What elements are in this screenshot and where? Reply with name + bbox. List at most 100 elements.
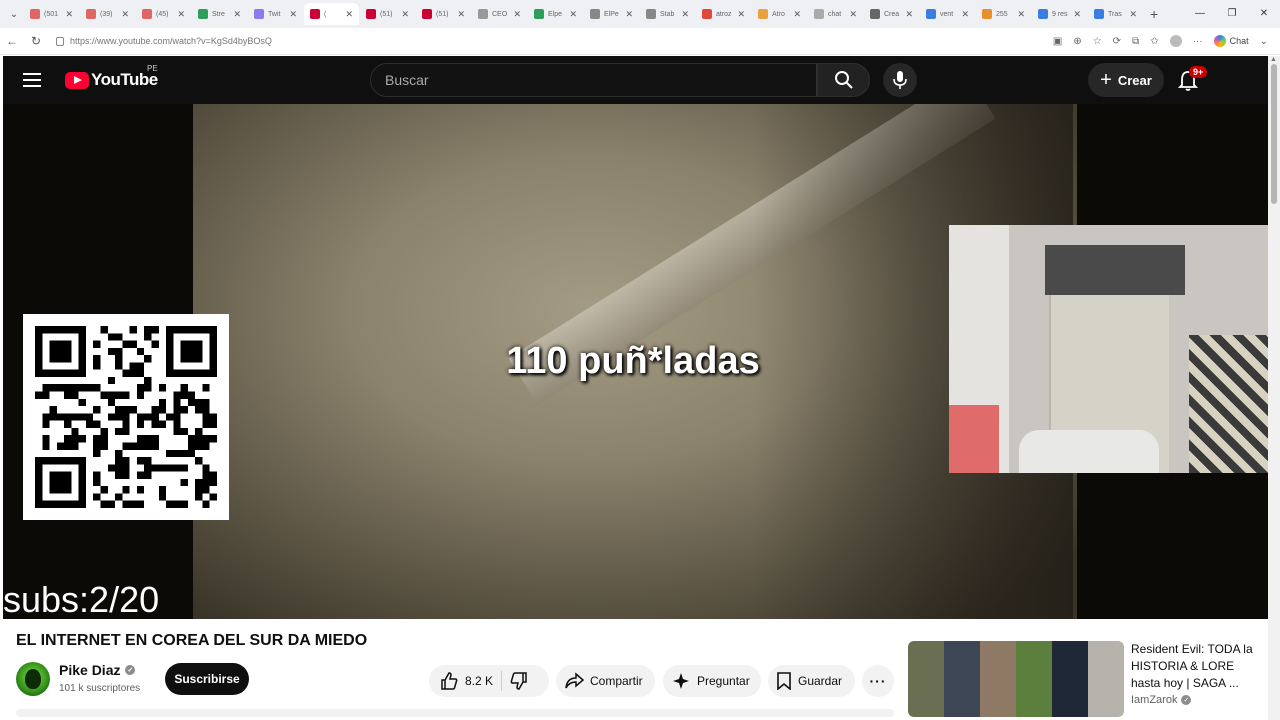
dislike-thumb-icon[interactable] [509,671,529,691]
browser-tab[interactable]: (51) ✕ [416,3,471,25]
tab-list: (501 ✕ (39) ✕ (45) ✕ Stre ✕ Twit ✕(✕ (51) ✕ (51) ✕ CEO… [24,3,1144,25]
ask-button[interactable]: Preguntar [663,665,761,697]
window-controls: — ❐ ✕ [1184,0,1280,28]
tab-close-icon[interactable]: ✕ [65,9,73,20]
menu-icon[interactable] [23,73,41,87]
tab-label: (501 [44,10,59,18]
recommendation-thumbnail[interactable] [908,641,1124,717]
tab-favicon-icon [198,9,208,19]
browser-tab[interactable]: Elpe ✕ [528,3,583,25]
tab-close-icon[interactable]: ✕ [569,9,577,20]
tab-favicon-icon [366,9,376,19]
sidebar-chevron-icon[interactable]: ⌄ [1260,36,1268,47]
back-button[interactable]: ← [0,34,24,48]
browser-tab[interactable]: (51) ✕ [360,3,415,25]
recommendation-title[interactable]: Resident Evil: TODA la HISTORIA & LORE h… [1131,641,1261,692]
recommendation-channel[interactable]: IamZarok ✓ [1131,694,1192,706]
reload-button[interactable]: ↻ [24,34,48,48]
search-input[interactable]: Buscar [370,63,817,97]
restore-icon[interactable]: ❐ [1216,0,1248,28]
tab-close-icon[interactable]: ✕ [401,9,409,20]
tab-close-icon[interactable]: ✕ [625,9,633,20]
url-field[interactable]: https://www.youtube.com/watch?v=KgSd4byB… [56,36,1053,46]
scrollbar-thumb[interactable] [1271,64,1277,204]
like-thumb-icon[interactable] [439,671,459,691]
browser-tab[interactable]: Tras ✕ [1088,3,1143,25]
browser-tab[interactable]: (✕ [304,3,359,25]
create-button[interactable]: + Crear [1088,63,1164,97]
tab-close-icon[interactable]: ✕ [849,9,857,20]
copilot-label: Chat [1229,36,1249,46]
tab-close-icon[interactable]: ✕ [345,9,353,20]
minimize-icon[interactable]: — [1184,0,1216,28]
page-scrollbar[interactable]: ▲ [1268,56,1280,720]
browser-tab[interactable]: vent ✕ [920,3,975,25]
tab-close-icon[interactable]: ✕ [289,9,297,20]
tab-label: Crea [884,10,900,18]
tab-favicon-icon [702,9,712,19]
voice-search-button[interactable] [883,63,917,97]
youtube-logo[interactable]: YouTube PE [65,64,158,90]
more-menu-icon[interactable]: ··· [1193,36,1203,47]
browser-tab[interactable]: CEO ✕ [472,3,527,25]
new-tab-button[interactable]: + [1150,6,1158,22]
share-label: Compartir [590,674,643,688]
profile-avatar[interactable] [1169,35,1182,47]
tab-close-icon[interactable]: ✕ [1073,9,1081,20]
tab-close-icon[interactable]: ✕ [513,9,521,20]
zoom-icon[interactable]: ⊕ [1073,36,1081,47]
extensions-icon[interactable]: ⟳ [1113,36,1121,47]
tab-favicon-icon [86,9,96,19]
browser-tab[interactable]: (501 ✕ [24,3,79,25]
tab-close-icon[interactable]: ✕ [793,9,801,20]
tab-close-icon[interactable]: ✕ [681,9,689,20]
scroll-up-icon[interactable]: ▲ [1270,56,1277,63]
verified-check-icon: ✓ [125,665,136,675]
tab-close-icon[interactable]: ✕ [905,9,913,20]
browser-tab[interactable]: ElPe ✕ [584,3,639,25]
browser-tab[interactable]: atroz ✕ [696,3,751,25]
logo-text: YouTube [91,70,158,89]
tab-list-chevron-icon[interactable]: ⌄ [4,9,24,20]
channel-avatar[interactable] [16,662,50,696]
browser-tab[interactable]: Atro ✕ [752,3,807,25]
channel-name[interactable]: Pike Diaz ✓ [59,662,136,678]
share-button[interactable]: Compartir [556,665,655,697]
browser-tab[interactable]: chat ✕ [808,3,863,25]
browser-tab[interactable]: Twit ✕ [248,3,303,25]
webcam-overlay [949,225,1268,473]
tab-close-icon[interactable]: ✕ [121,9,129,20]
tab-label: CEO [492,10,508,18]
browser-tab[interactable]: Stre ✕ [192,3,247,25]
tab-favicon-icon [254,9,264,19]
browser-tab[interactable]: Stab ✕ [640,3,695,25]
like-count[interactable]: 8.2 K [465,674,493,688]
more-actions-button[interactable]: ··· [862,665,894,697]
close-window-icon[interactable]: ✕ [1248,0,1280,28]
tab-close-icon[interactable]: ✕ [737,9,745,20]
recommendation-channel-name: IamZarok [1131,694,1178,706]
browser-tab[interactable]: (39) ✕ [80,3,135,25]
search-button[interactable] [817,63,870,97]
tab-close-icon[interactable]: ✕ [177,9,185,20]
tab-close-icon[interactable]: ✕ [457,9,465,20]
tab-close-icon[interactable]: ✕ [1017,9,1025,20]
browser-tab[interactable]: (45) ✕ [136,3,191,25]
favorites-icon[interactable]: ✩ [1150,36,1158,47]
browser-tab[interactable]: 9 res ✕ [1032,3,1087,25]
country-code: PE [147,64,158,73]
browser-tab[interactable]: Crea ✕ [864,3,919,25]
save-button[interactable]: Guardar [768,665,855,697]
tab-label: vent [940,10,954,18]
tab-close-icon[interactable]: ✕ [961,9,969,20]
subscribe-button[interactable]: Suscribirse [165,663,249,695]
app-icon[interactable]: ▣ [1053,36,1062,47]
copilot-button[interactable]: Chat [1213,35,1249,47]
favorite-star-icon[interactable]: ☆ [1093,36,1102,47]
browser-tab[interactable]: 255 ✕ [976,3,1031,25]
notification-badge: 9+ [1189,66,1208,78]
tab-close-icon[interactable]: ✕ [1129,9,1137,20]
tab-close-icon[interactable]: ✕ [233,9,241,20]
video-player[interactable]: 110 puñ*ladas subs:2/20 [3,104,1268,619]
split-screen-icon[interactable]: ⧉ [1132,36,1139,47]
